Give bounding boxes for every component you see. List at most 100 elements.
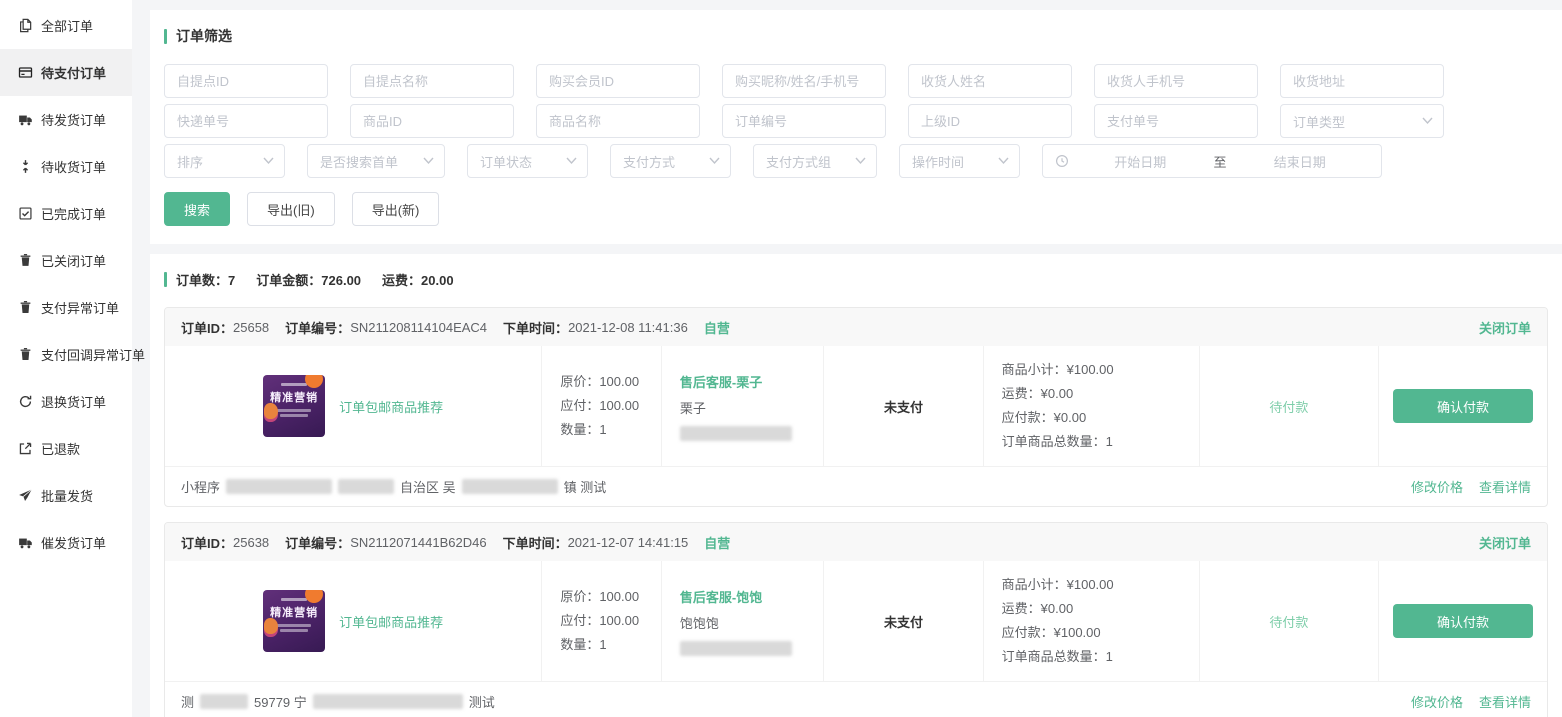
- sidebar-item-pending-shipment-orders[interactable]: 待发货订单: [0, 96, 132, 143]
- close-order-link[interactable]: 关闭订单: [1479, 318, 1531, 337]
- subtotal-line: 商品小计：¥100.00: [1002, 358, 1185, 382]
- product-image[interactable]: 精准营销: [263, 375, 325, 437]
- product-column: 精准营销 订单包邮商品推荐: [165, 561, 541, 681]
- product-name-input[interactable]: [536, 104, 700, 138]
- sidebar-item-label: 待发货订单: [41, 110, 106, 129]
- operation-time-select[interactable]: 操作时间: [899, 144, 1020, 178]
- subtotal-line: 商品小计：¥100.00: [1002, 573, 1185, 597]
- order-sn-label: 订单编号：: [285, 318, 350, 337]
- trash-icon: [18, 253, 33, 268]
- shipping-address-input[interactable]: [1280, 64, 1444, 98]
- payable-value: 100.00: [599, 398, 639, 413]
- pay-state-column: 待付款: [1199, 561, 1378, 681]
- order-id-value: 25658: [233, 320, 269, 335]
- sidebar-item-payment-abnormal-orders[interactable]: 支付异常订单: [0, 284, 132, 331]
- filter-buttons-row: 搜索 导出(旧) 导出(新): [164, 192, 1548, 226]
- sort-select[interactable]: 排序: [164, 144, 285, 178]
- order-amount-stat: 订单金额：726.00: [256, 270, 361, 289]
- buyer-nickname-input[interactable]: [722, 64, 886, 98]
- export-new-button[interactable]: 导出(新): [352, 192, 440, 226]
- sidebar: 全部订单 待支付订单 待发货订单 待收货订单 已完成订单 已关闭订单 支付异常订…: [0, 0, 132, 717]
- sidebar-item-completed-orders[interactable]: 已完成订单: [0, 190, 132, 237]
- customer-service-column: 售后客服-栗子 栗子: [661, 346, 823, 466]
- end-date-placeholder: 结束日期: [1231, 152, 1370, 171]
- modify-price-link[interactable]: 修改价格: [1411, 477, 1463, 496]
- chevron-down-icon: [566, 157, 577, 165]
- share-arrow-icon: [18, 441, 33, 456]
- sidebar-item-payment-callback-abnormal-orders[interactable]: 支付回调异常订单: [0, 331, 132, 378]
- order-card: 订单ID： 25658 订单编号： SN211208114104EAC4 下单时…: [164, 307, 1548, 507]
- modify-price-link[interactable]: 修改价格: [1411, 692, 1463, 711]
- order-card: 订单ID： 25638 订单编号： SN2112071441B62D46 下单时…: [164, 522, 1548, 717]
- order-status-select[interactable]: 订单状态: [467, 144, 588, 178]
- order-header-info: 订单ID： 25638 订单编号： SN2112071441B62D46 下单时…: [181, 533, 730, 552]
- payment-method-group-select[interactable]: 支付方式组: [753, 144, 877, 178]
- search-button[interactable]: 搜索: [164, 192, 230, 226]
- confirm-payment-button[interactable]: 确认付款: [1393, 604, 1533, 638]
- sidebar-item-return-exchange-orders[interactable]: 退换货订单: [0, 378, 132, 425]
- order-card-footer: 测 59779 宁 测试 修改价格 查看详情: [165, 681, 1547, 717]
- pickup-point-name-input[interactable]: [350, 64, 514, 98]
- payment-number-input[interactable]: [1094, 104, 1258, 138]
- product-name-link[interactable]: 订单包邮商品推荐: [339, 612, 443, 631]
- first-order-select[interactable]: 是否搜索首单: [307, 144, 445, 178]
- address-text: 镇 测试: [564, 477, 607, 496]
- sidebar-item-urge-shipment-orders[interactable]: 催发货订单: [0, 519, 132, 566]
- payable-line: 应付：100.00: [560, 609, 647, 633]
- order-footer-links: 修改价格 查看详情: [1411, 692, 1531, 711]
- sidebar-item-batch-shipment[interactable]: 批量发货: [0, 472, 132, 519]
- total-quantity-value: 1: [1106, 434, 1113, 449]
- close-order-link[interactable]: 关闭订单: [1479, 533, 1531, 552]
- sidebar-item-pending-payment-orders[interactable]: 待支付订单: [0, 49, 132, 96]
- pickup-point-id-input[interactable]: [164, 64, 328, 98]
- operation-time-select-value: 操作时间: [912, 152, 964, 171]
- consignee-phone-input[interactable]: [1094, 64, 1258, 98]
- export-old-button[interactable]: 导出(旧): [247, 192, 335, 226]
- action-column: 确认付款: [1378, 561, 1547, 681]
- sidebar-item-label: 待支付订单: [41, 63, 106, 82]
- date-separator: 至: [1210, 152, 1231, 171]
- consignee-name-input[interactable]: [908, 64, 1072, 98]
- total-quantity-label: 订单商品总数量：: [1002, 649, 1106, 664]
- parent-id-input[interactable]: [908, 104, 1072, 138]
- view-detail-link[interactable]: 查看详情: [1479, 692, 1531, 711]
- order-type-select[interactable]: 订单类型: [1280, 104, 1444, 138]
- payment-method-select[interactable]: 支付方式: [610, 144, 731, 178]
- sidebar-item-closed-orders[interactable]: 已关闭订单: [0, 237, 132, 284]
- filter-row-3: 排序 是否搜索首单 订单状态 支付方式 支付方式组 操作时间: [164, 144, 1548, 178]
- bank-card-icon: [18, 65, 33, 80]
- sidebar-item-refunded[interactable]: 已退款: [0, 425, 132, 472]
- chevron-down-icon: [1422, 117, 1433, 125]
- order-sn-input[interactable]: [722, 104, 886, 138]
- buyer-member-id-input[interactable]: [536, 64, 700, 98]
- amount-due-value: ¥0.00: [1054, 410, 1087, 425]
- payable-value: 100.00: [599, 613, 639, 628]
- masked-address: [200, 694, 248, 709]
- product-id-input[interactable]: [350, 104, 514, 138]
- order-filter-panel: 订单筛选 订单类型 排序: [150, 10, 1562, 244]
- tracking-number-input[interactable]: [164, 104, 328, 138]
- product-image[interactable]: 精准营销: [263, 590, 325, 652]
- total-quantity-line: 订单商品总数量：1: [1002, 645, 1185, 669]
- quantity-value: 1: [599, 422, 606, 437]
- order-time-value: 2021-12-08 11:41:36: [568, 320, 688, 335]
- original-price-line: 原价：100.00: [560, 585, 647, 609]
- view-detail-link[interactable]: 查看详情: [1479, 477, 1531, 496]
- order-id-label: 订单ID：: [181, 318, 233, 337]
- date-range-picker[interactable]: 开始日期 至 结束日期: [1042, 144, 1382, 178]
- first-order-select-value: 是否搜索首单: [320, 152, 398, 171]
- product-image-decor: [277, 624, 311, 627]
- after-sales-service-title: 售后客服-饱饱: [680, 587, 809, 606]
- price-column: 原价：100.00 应付：100.00 数量：1: [541, 346, 661, 466]
- refresh-icon: [18, 394, 33, 409]
- sidebar-item-all-orders[interactable]: 全部订单: [0, 2, 132, 49]
- order-time-label: 下单时间：: [503, 318, 568, 337]
- product-image-decor: [277, 409, 311, 412]
- confirm-payment-button[interactable]: 确认付款: [1393, 389, 1533, 423]
- main-content: 订单筛选 订单类型 排序: [150, 0, 1562, 717]
- order-time-value: 2021-12-07 14:41:15: [568, 535, 689, 550]
- original-price-line: 原价：100.00: [560, 370, 647, 394]
- address-text: 自治区 吴: [400, 477, 456, 496]
- product-name-link[interactable]: 订单包邮商品推荐: [339, 397, 443, 416]
- sidebar-item-pending-receipt-orders[interactable]: 待收货订单: [0, 143, 132, 190]
